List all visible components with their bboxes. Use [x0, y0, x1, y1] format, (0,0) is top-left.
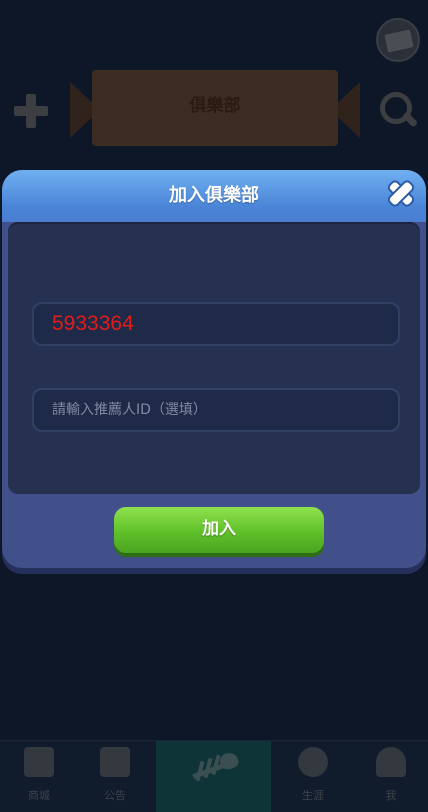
dialog-form-panel	[8, 222, 420, 494]
dialog-header: 加入俱樂部	[2, 170, 426, 222]
pie-chart-icon	[298, 747, 328, 777]
nav-label: 公告	[104, 789, 126, 802]
nav-label: 生涯	[302, 789, 324, 802]
join-club-dialog: 加入俱樂部 5933364 請輸入推薦人ID（選填） 加入	[2, 170, 426, 568]
join-button[interactable]: 加入	[114, 507, 324, 553]
referrer-id-field[interactable]: 請輸入推薦人ID（選填）	[32, 388, 400, 432]
dialog-title: 加入俱樂部	[169, 185, 259, 206]
nav-label: 我	[385, 789, 397, 802]
close-icon[interactable]	[385, 178, 417, 210]
nav-item-announcement[interactable]: 公告	[78, 741, 152, 812]
nav-label: 商城	[28, 789, 50, 802]
mail-button[interactable]	[376, 18, 420, 62]
bottom-nav: 商城 公告 生涯 我	[0, 740, 428, 812]
club-banner: 俱樂部	[70, 70, 360, 146]
search-icon[interactable]	[378, 90, 419, 130]
plus-icon[interactable]	[14, 94, 48, 128]
nav-item-career[interactable]: 生涯	[276, 741, 350, 812]
fish-bone-icon	[188, 750, 241, 787]
person-icon	[376, 747, 406, 777]
banner-title: 俱樂部	[189, 96, 241, 116]
club-id-field[interactable]: 5933364	[32, 302, 400, 346]
store-icon	[24, 747, 54, 777]
nav-item-store[interactable]: 商城	[2, 741, 76, 812]
envelope-icon	[384, 29, 414, 53]
nav-item-me[interactable]: 我	[354, 741, 428, 812]
nav-item-lobby[interactable]	[156, 741, 271, 812]
calendar-icon	[100, 747, 130, 777]
